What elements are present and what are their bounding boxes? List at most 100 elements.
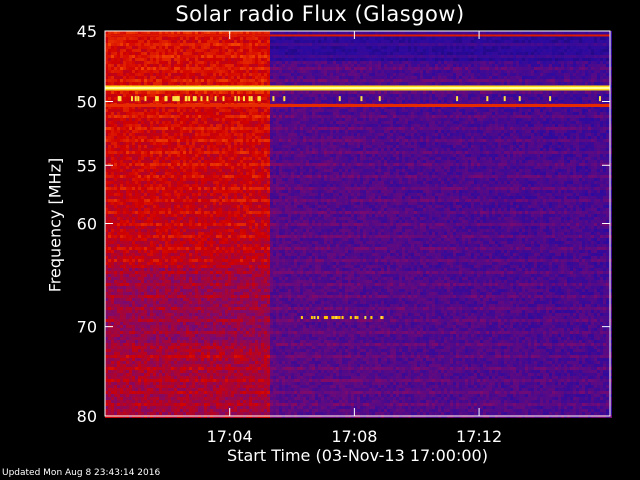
spectrogram-cell: [132, 226, 135, 229]
spectrogram-cell: [120, 238, 123, 241]
spectrogram-cell: [132, 268, 135, 271]
spectrogram-cell: [132, 178, 135, 181]
spectrogram-cell: [108, 355, 111, 358]
spectrogram-cell: [132, 142, 135, 145]
spectrogram-cell: [108, 367, 111, 370]
spectrogram-cell: [132, 217, 135, 220]
spectrogram-cell: [120, 271, 123, 274]
spectrogram-cell: [123, 367, 126, 370]
spectrogram-cell: [132, 388, 135, 391]
spectrogram-cell: [138, 232, 141, 235]
spectrogram-cell: [144, 226, 147, 229]
spectrogram-cell: [126, 172, 129, 175]
spectrogram-cell: [114, 340, 117, 343]
spectrogram-cell: [129, 163, 132, 166]
spectrogram-cell: [132, 295, 135, 298]
spectrogram-cell: [111, 184, 114, 187]
spectrogram-cell: [132, 253, 135, 256]
spectrogram-cell: [120, 289, 123, 292]
spectrogram-cell: [123, 127, 126, 130]
spectrogram-cell: [144, 133, 147, 136]
spectrogram-cell: [114, 352, 117, 355]
spectrogram-cell: [129, 268, 132, 271]
spectrogram-cell: [111, 169, 114, 172]
spectrogram-cell: [135, 262, 138, 265]
spectrogram-cell: [141, 217, 144, 220]
spectrogram-cell: [132, 289, 135, 292]
spectrogram-cell: [120, 124, 123, 127]
spectrogram-cell: [117, 280, 120, 283]
spectrogram-cell: [138, 208, 141, 211]
spectrogram-cell: [138, 190, 141, 193]
spectrogram-cell: [111, 91, 114, 94]
spectrogram-cell: [126, 304, 129, 307]
spectrogram-cell: [123, 40, 126, 43]
spectrogram-cell: [138, 325, 141, 328]
spectrogram-cell: [114, 262, 117, 265]
spectrogram-cell: [135, 280, 138, 283]
spectrogram-cell: [132, 199, 135, 202]
spectrogram-cell: [120, 403, 123, 406]
spectrogram-cell: [111, 316, 114, 319]
spectrogram-cell: [141, 355, 144, 358]
spectrogram-cell: [135, 211, 138, 214]
spectrogram-cell: [129, 313, 132, 316]
spectrogram-cell: [129, 118, 132, 121]
spectrogram-cell: [138, 145, 141, 148]
spectrogram-cell: [123, 268, 126, 271]
spectrogram-cell: [120, 220, 123, 223]
spectrogram-cell: [129, 385, 132, 388]
spectrogram-cell: [126, 361, 129, 364]
spectrogram-cell: [135, 265, 138, 268]
spectrogram-cell: [138, 397, 141, 400]
spectrogram-cell: [141, 43, 144, 46]
spectrogram-cell: [135, 121, 138, 124]
spectrogram-cell: [138, 133, 141, 136]
spectrogram-cell: [135, 340, 138, 343]
spectrogram-cell: [126, 334, 129, 337]
spectrogram-cell: [135, 313, 138, 316]
spectrogram-cell: [138, 235, 141, 238]
spectrogram-cell: [135, 301, 138, 304]
spectrogram-cell: [129, 361, 132, 364]
spectrogram-cell: [114, 298, 117, 301]
spectrogram-cell: [138, 412, 141, 415]
spectrogram-cell: [111, 301, 114, 304]
spectrogram-cell: [144, 301, 147, 304]
spectrogram-cell: [111, 187, 114, 190]
spectrogram-cell: [132, 73, 135, 76]
spectrogram-cell: [126, 202, 129, 205]
spectrogram-cell: [135, 277, 138, 280]
spectrogram-cell: [132, 148, 135, 151]
spectrogram-cell: [120, 385, 123, 388]
spectrogram-cell: [117, 46, 120, 49]
spectrogram-cell: [132, 37, 135, 40]
spectrogram-cell: [123, 172, 126, 175]
spectrogram-cell: [126, 160, 129, 163]
spectrogram-cell: [114, 118, 117, 121]
spectrogram-cell: [132, 238, 135, 241]
spectrogram-cell: [108, 40, 111, 43]
spectrogram-cell: [132, 247, 135, 250]
spectrogram-cell: [114, 109, 117, 112]
spectrogram-cell: [111, 154, 114, 157]
spectrogram-cell: [111, 37, 114, 40]
spectrogram-cell: [111, 121, 114, 124]
spectrogram-cell: [129, 394, 132, 397]
spectrogram-cell: [111, 193, 114, 196]
spectrogram-cell: [108, 259, 111, 262]
spectrogram-cell: [117, 115, 120, 118]
spectrogram-cell: [114, 148, 117, 151]
spectrogram-cell: [108, 292, 111, 295]
spectrogram-cell: [135, 109, 138, 112]
spectrogram-cell: [120, 40, 123, 43]
spectrogram-cell: [129, 292, 132, 295]
spectrogram-cell: [114, 94, 117, 97]
spectrogram-cell: [123, 259, 126, 262]
spectrogram-cell: [123, 241, 126, 244]
spectrogram-cell: [132, 403, 135, 406]
spectrogram-cell: [138, 58, 141, 61]
spectrogram-cell: [123, 211, 126, 214]
spectrogram-cell: [138, 82, 141, 85]
spectrogram-cell: [141, 151, 144, 154]
